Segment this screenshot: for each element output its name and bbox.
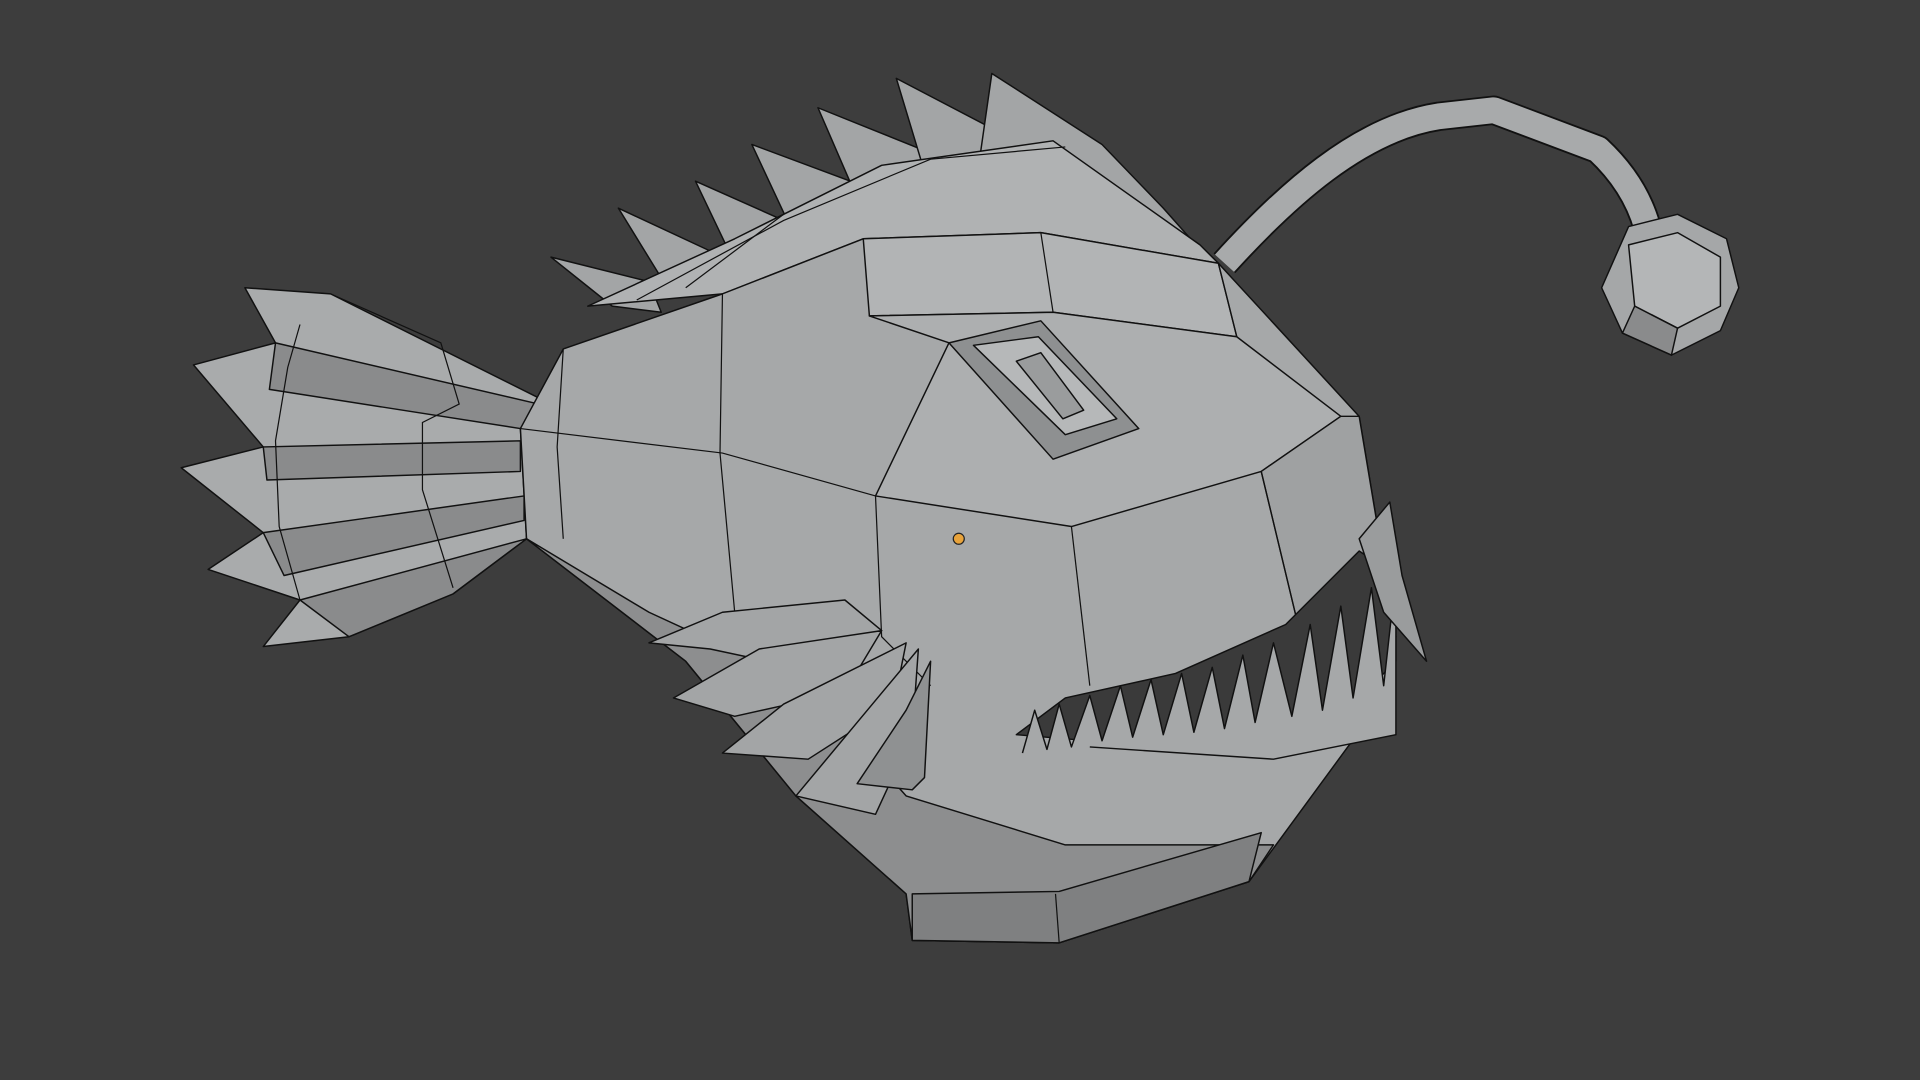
body <box>519 231 1397 944</box>
object-origin-dot-icon[interactable] <box>952 532 965 545</box>
anglerfish-mesh[interactable] <box>0 0 1920 1080</box>
lure <box>1213 95 1740 356</box>
tail-fin <box>180 287 540 648</box>
3d-viewport[interactable] <box>0 0 1920 1080</box>
